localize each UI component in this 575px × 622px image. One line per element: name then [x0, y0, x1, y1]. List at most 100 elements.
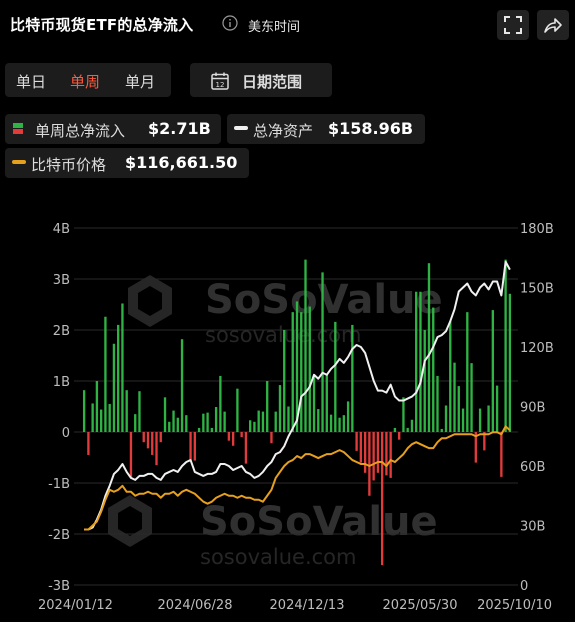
inflow-bar	[491, 310, 495, 432]
inflow-bar	[82, 390, 86, 432]
period-tab-weekly[interactable]: 单周	[70, 71, 100, 92]
x-tick-label: 2024/06/28	[158, 598, 233, 613]
period-tab-monthly[interactable]: 单月	[125, 71, 155, 92]
inflow-bar	[300, 312, 303, 432]
y-right-tick-label: 150B	[520, 282, 554, 297]
y-left-tick-label: -1B	[48, 477, 70, 492]
inflow-bar	[406, 427, 409, 432]
inflow-bar	[266, 381, 269, 432]
y-left-tick-label: -2B	[48, 528, 70, 543]
period-tab-daily[interactable]: 单日	[16, 71, 46, 92]
inflow-bar	[125, 390, 128, 432]
inflow-bar	[453, 362, 456, 432]
inflow-bar	[291, 312, 294, 432]
inflow-bar	[249, 420, 252, 432]
y-right-tick-label: 60B	[520, 460, 545, 475]
inflow-bar	[338, 417, 341, 432]
inflow-bar	[214, 407, 218, 432]
inflow-bar	[402, 397, 405, 432]
inflow-bar	[91, 403, 94, 432]
outflow-bar	[376, 432, 380, 473]
inflow-bar	[197, 427, 201, 432]
inflow-bar	[168, 421, 171, 432]
inflow-bar	[219, 375, 222, 432]
inflow-bar	[325, 373, 328, 432]
inflow-bar	[117, 324, 120, 432]
y-left-tick-label: 3B	[53, 273, 70, 288]
inflow-bar	[138, 391, 141, 432]
outflow-bar	[189, 432, 192, 462]
legend-flow-value: $2.71B	[148, 119, 211, 138]
outflow-bar	[129, 432, 133, 478]
y-left-tick-label: 0	[62, 426, 70, 441]
inflow-bar	[444, 405, 448, 432]
inflow-bar	[95, 381, 99, 432]
etf-flow-chart[interactable]: SoSoValue sosovalue.com SoSoValue sosova…	[0, 210, 575, 622]
inflow-bar	[108, 403, 111, 432]
inflow-bar	[342, 415, 345, 432]
date-range-button[interactable]: 12 日期范围	[190, 63, 332, 97]
inflow-bar	[121, 303, 124, 432]
outflow-bar	[389, 432, 392, 478]
calendar-icon: 12	[211, 72, 229, 90]
inflow-bar	[423, 330, 426, 432]
inflow-bar	[274, 411, 277, 432]
watermark-url-bottom: sosovalue.com	[200, 545, 356, 569]
inflow-bar	[163, 397, 167, 432]
inflow-bar	[321, 272, 324, 432]
legend-total-net-assets[interactable]: 总净资产 $158.96B	[227, 114, 425, 144]
assets-line-swatch	[234, 126, 248, 130]
share-button[interactable]	[537, 10, 569, 40]
outflow-bar	[368, 432, 371, 496]
info-icon[interactable]	[222, 15, 238, 31]
y-right-tick-label: 90B	[520, 401, 545, 416]
inflow-bar	[487, 405, 490, 432]
inflow-bar	[504, 259, 507, 432]
timezone-label: 美东时间	[248, 20, 301, 35]
inflow-bar	[278, 385, 282, 432]
inflow-bar	[334, 321, 337, 432]
inflow-bar	[185, 415, 188, 432]
outflow-bar	[231, 432, 235, 446]
inflow-bar	[419, 291, 422, 432]
inflow-bar	[180, 339, 184, 432]
outflow-bar	[359, 432, 363, 463]
inflow-bar	[223, 411, 226, 432]
y-left-tick-label: 4B	[53, 222, 70, 237]
outflow-bar	[155, 432, 158, 466]
fullscreen-icon	[504, 16, 522, 34]
legend-btc-price[interactable]: 比特币价格 $116,661.50	[5, 148, 249, 178]
period-selector: 单日 单周 单月	[5, 63, 171, 97]
outflow-bar	[363, 432, 367, 473]
inflow-bar	[346, 401, 350, 432]
y-left-tick-label: 2B	[53, 324, 70, 339]
inflow-bar	[427, 263, 431, 432]
inflow-bar	[432, 307, 435, 432]
outflow-bar	[151, 432, 154, 455]
outflow-bar	[385, 432, 388, 476]
inflow-bar	[415, 291, 418, 432]
inflow-bar	[312, 375, 316, 432]
y-right-tick-label: 120B	[520, 341, 554, 356]
legend-weekly-net-inflow[interactable]: 单周总净流入 $2.71B	[5, 114, 221, 144]
y-left-tick-label: 1B	[53, 375, 70, 390]
inflow-bar	[172, 410, 175, 432]
inflow-bar	[329, 414, 333, 432]
inflow-bar	[253, 421, 256, 432]
outflow-bar	[193, 432, 196, 461]
calendar-icon-day: 12	[216, 81, 225, 89]
inflow-bar	[283, 330, 286, 432]
fullscreen-button[interactable]	[497, 10, 529, 40]
y-right-tick-label: 180B	[520, 222, 554, 237]
inflow-bar	[304, 259, 307, 432]
legend-flow-label: 单周总净流入	[35, 122, 126, 140]
inflow-bar	[449, 321, 452, 432]
watermark-brand-bottom: SoSoValue	[200, 499, 438, 545]
inflow-bar	[317, 409, 320, 432]
y-left-tick-label: -3B	[48, 579, 70, 594]
outflow-bar	[500, 432, 503, 477]
outflow-bar	[240, 432, 243, 438]
date-range-label: 日期范围	[242, 73, 303, 91]
outflow-bar	[227, 432, 231, 441]
legend-price-value: $116,661.50	[125, 153, 238, 172]
